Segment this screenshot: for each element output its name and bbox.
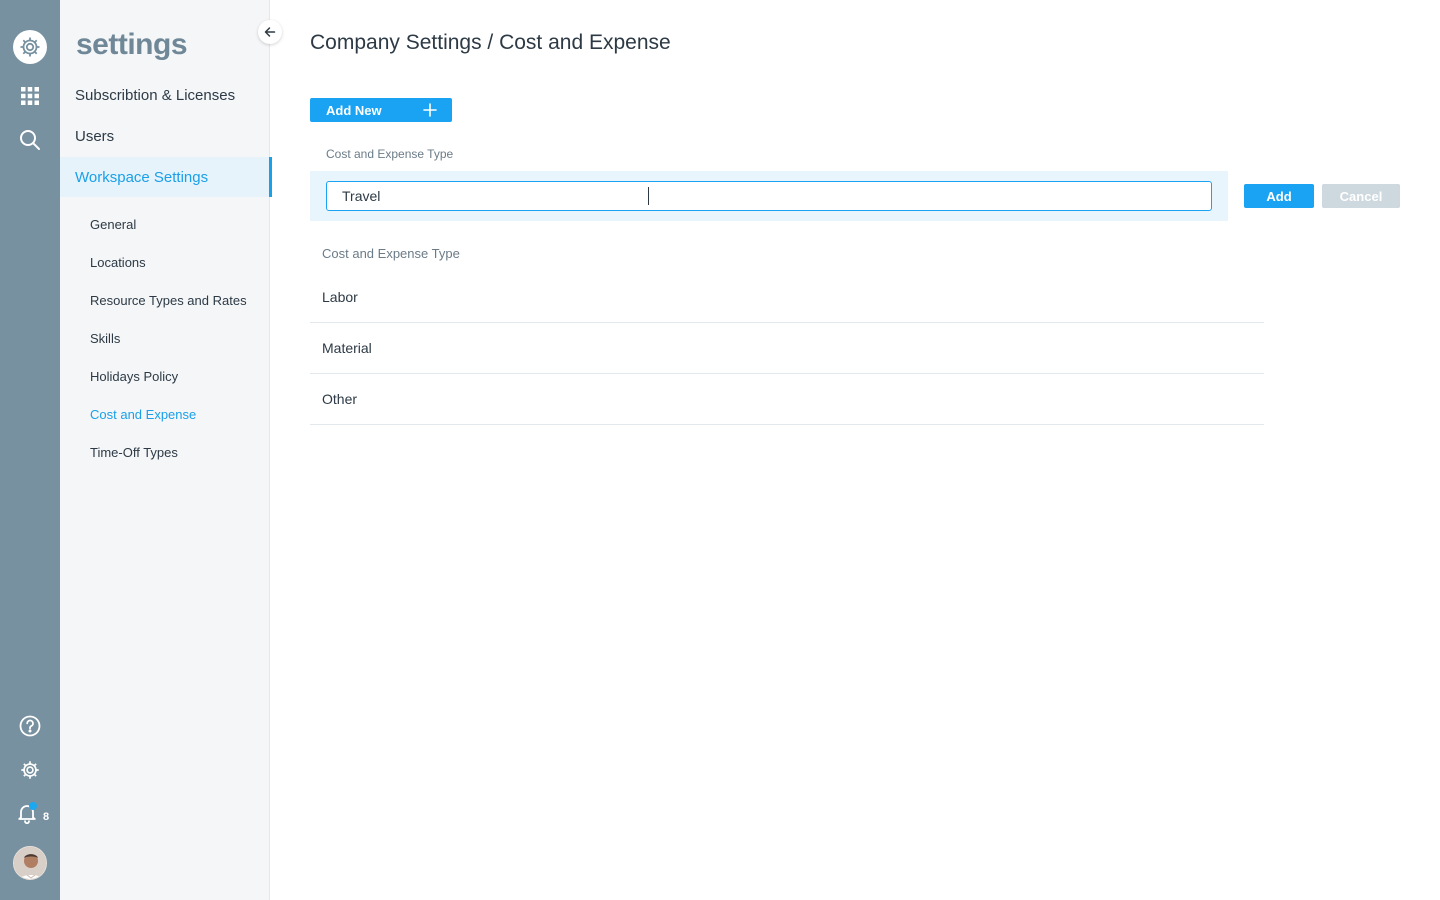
search-button[interactable] [0, 128, 60, 152]
user-photo [14, 847, 46, 879]
add-new-button[interactable]: Add New [310, 98, 452, 122]
sidebar-subitem-holidays-policy[interactable]: Holidays Policy [90, 364, 178, 388]
list-item[interactable]: Other [310, 374, 1264, 425]
page-title: Company Settings / Cost and Expense [310, 31, 671, 54]
notifications-button[interactable]: 8 [0, 801, 60, 827]
form-field-label: Cost and Expense Type [326, 147, 454, 161]
sidebar-subitem-cost-and-expense[interactable]: Cost and Expense [90, 402, 196, 426]
sidebar-item-subscription[interactable]: Subscribtion & Licenses [60, 75, 270, 115]
plus-icon [423, 103, 437, 117]
list-item[interactable]: Labor [310, 272, 1264, 323]
settings-sidebar: settings Subscribtion & Licenses Users W… [60, 0, 282, 900]
text-caret [648, 187, 649, 205]
sidebar-subitem-time-off-types[interactable]: Time-Off Types [90, 440, 178, 464]
logo-badge [13, 30, 47, 64]
avatar [13, 846, 47, 880]
help-button[interactable] [0, 714, 60, 738]
app-logo-button[interactable] [0, 28, 60, 66]
cost-type-input[interactable] [326, 181, 1212, 211]
add-new-label: Add New [326, 102, 382, 118]
icon-rail: 8 [0, 0, 60, 900]
help-icon [19, 715, 41, 737]
sidebar-brand-title: settings [76, 28, 188, 61]
cancel-button[interactable]: Cancel [1322, 184, 1400, 208]
apps-grid-button[interactable] [0, 84, 60, 108]
notification-count: 8 [43, 811, 50, 823]
main-content: Company Settings / Cost and Expense Add … [270, 0, 1440, 900]
sidebar-item-users[interactable]: Users [60, 116, 270, 156]
sidebar-subitem-general[interactable]: General [90, 212, 136, 236]
user-avatar-button[interactable] [0, 845, 60, 881]
search-icon [20, 130, 40, 150]
gear-logo-icon [20, 37, 40, 57]
sidebar-subitem-resource-types[interactable]: Resource Types and Rates [90, 288, 247, 312]
sidebar-subitem-locations[interactable]: Locations [90, 250, 146, 274]
sidebar-item-workspace-settings[interactable]: Workspace Settings [60, 157, 272, 197]
notification-dot [29, 802, 37, 810]
gear-icon [21, 761, 39, 779]
apps-grid-icon [21, 87, 39, 105]
list-column-header: Cost and Expense Type [322, 246, 460, 261]
settings-button[interactable] [0, 758, 60, 782]
list-item[interactable]: Material [310, 323, 1264, 374]
bell-wrapper: 8 [16, 802, 49, 826]
add-button[interactable]: Add [1244, 184, 1314, 208]
sidebar-subitem-skills[interactable]: Skills [90, 326, 120, 350]
